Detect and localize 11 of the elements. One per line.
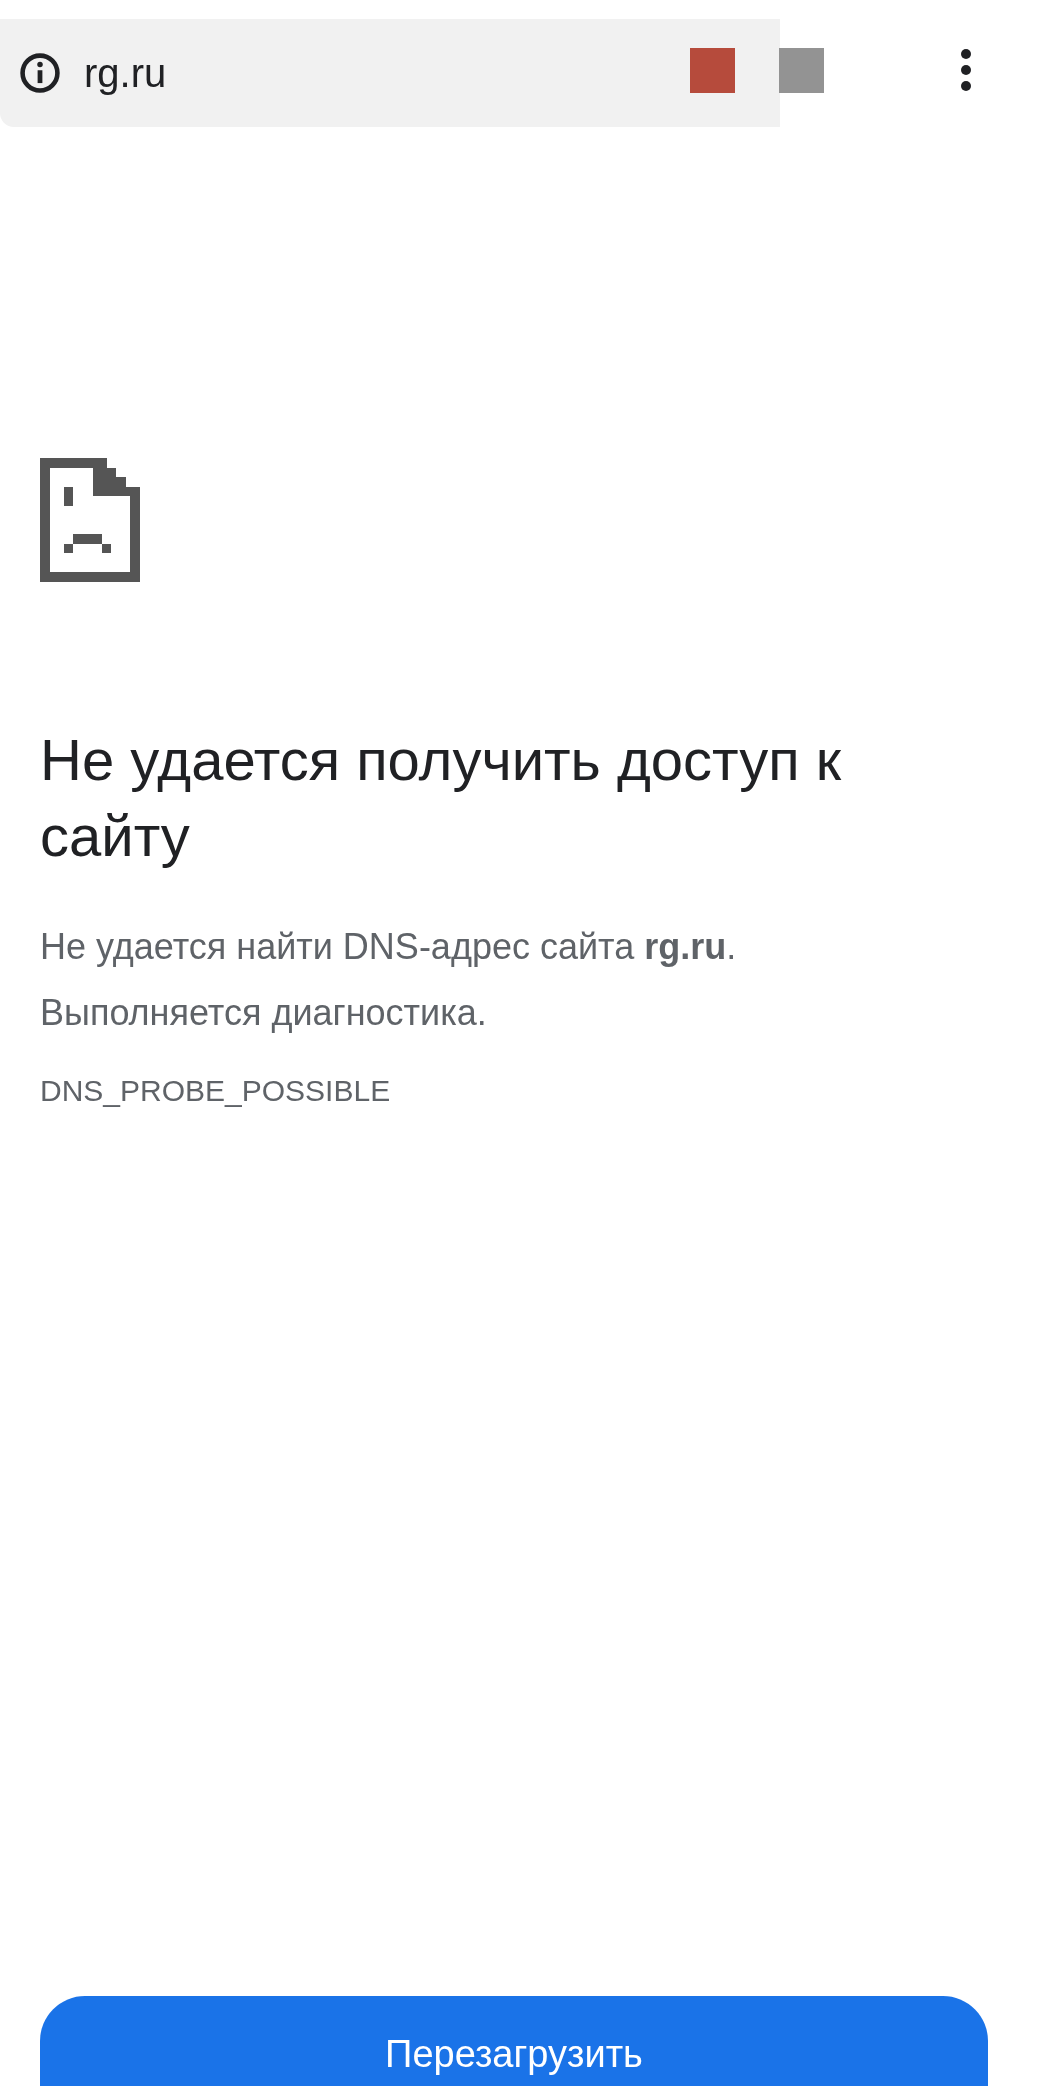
error-heading: Не удается получить доступ к сайту <box>40 726 843 870</box>
address-bar[interactable]: rg.ru <box>0 19 780 127</box>
error-message: Не удается найти DNS-адрес сайта rg.ru. <box>40 925 738 969</box>
menu-icon[interactable] <box>960 48 972 92</box>
url-text: rg.ru <box>84 50 167 96</box>
info-icon[interactable] <box>18 51 62 95</box>
diagnostic-message: Выполняется диагностика. <box>40 991 488 1035</box>
sad-page-icon <box>40 458 140 582</box>
reload-button[interactable]: Перезагрузить <box>40 1996 988 2086</box>
error-code: DNS_PROBE_POSSIBLE <box>40 1074 392 1108</box>
pixelated-icon <box>690 48 824 93</box>
